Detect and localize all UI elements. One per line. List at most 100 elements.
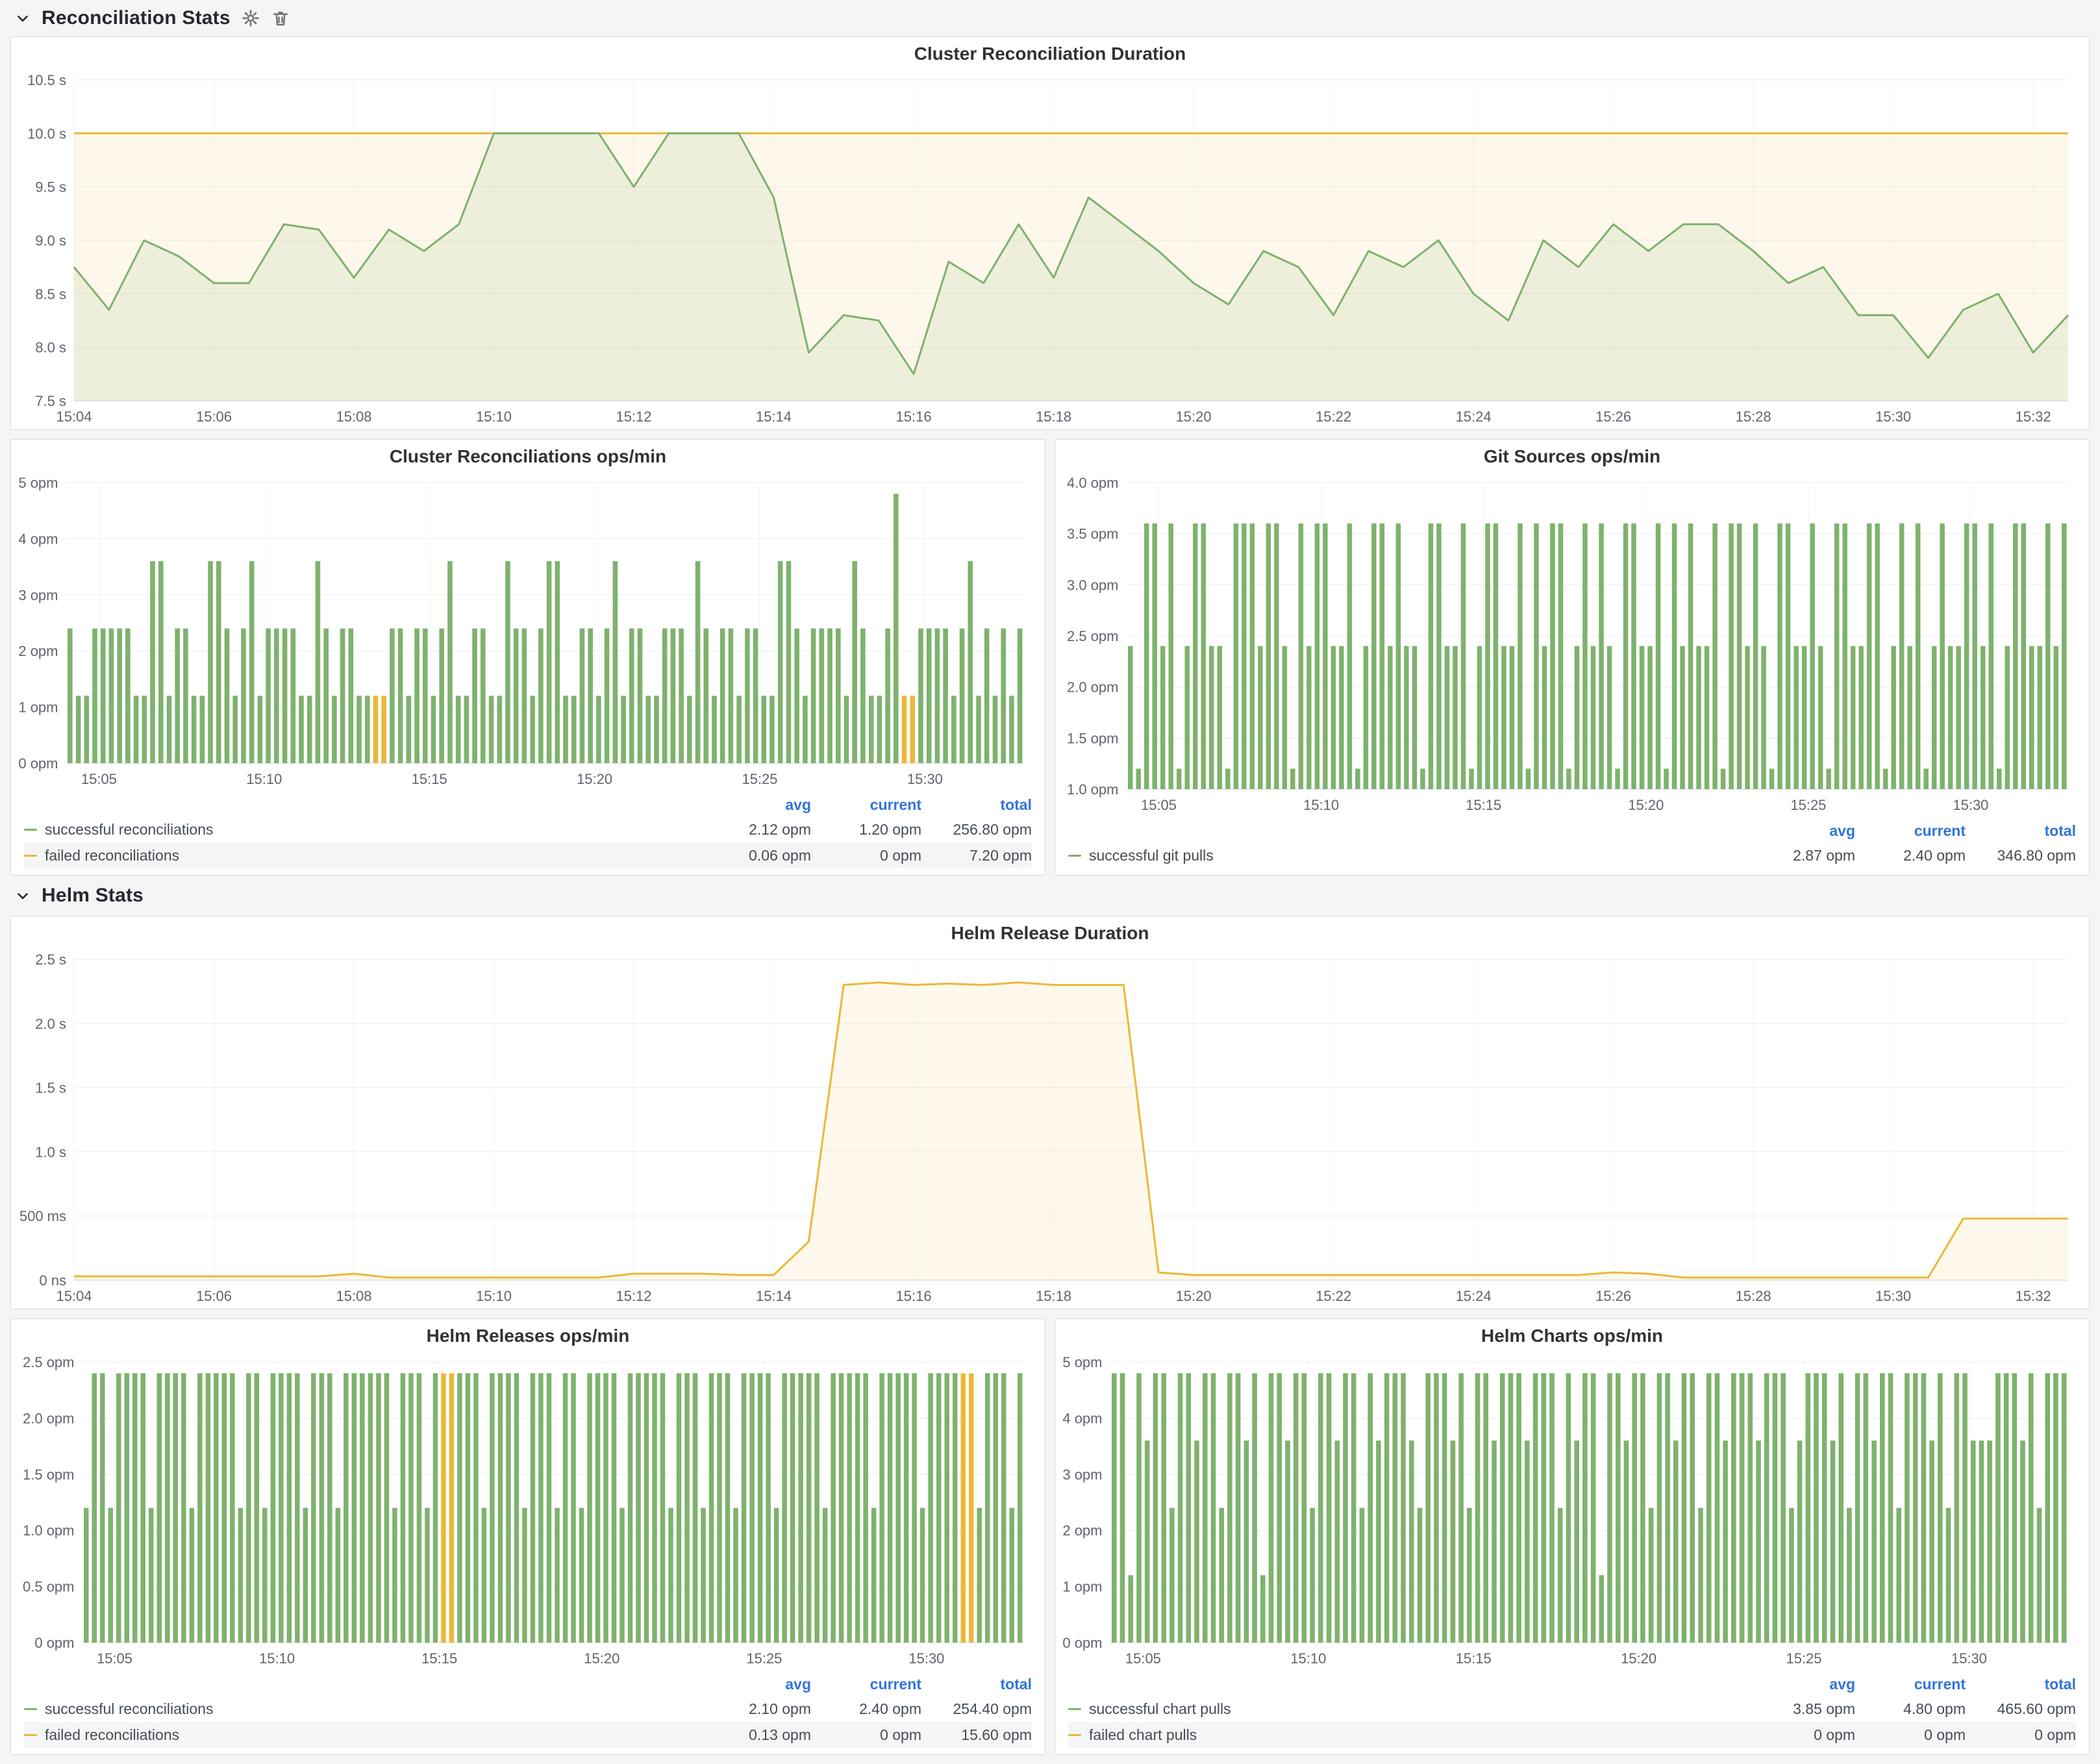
legend-value-total: 346.80 opm (1966, 847, 2076, 864)
svg-text:2.5 opm: 2.5 opm (23, 1354, 75, 1370)
panel-title-helm-charts[interactable]: Helm Charts ops/min (1055, 1319, 2089, 1353)
svg-text:0 opm: 0 opm (34, 1635, 74, 1651)
section-header-reconciliation-stats[interactable]: Reconciliation Stats (10, 0, 2090, 36)
helm-release-duration-chart[interactable]: 15:0415:0615:0815:1015:1215:1415:1615:18… (11, 950, 2089, 1309)
svg-text:15:15: 15:15 (1456, 1650, 1492, 1667)
svg-text:2 opm: 2 opm (18, 643, 58, 659)
legend-series-toggle[interactable]: successful git pulls (1068, 847, 1745, 864)
svg-text:10.0 s: 10.0 s (27, 125, 66, 142)
legend-row-successful-chart-pulls: successful chart pulls 3.85 opm 4.80 opm… (1068, 1696, 2076, 1722)
svg-text:15:30: 15:30 (1875, 1288, 1911, 1304)
legend-header-avg[interactable]: avg (701, 1676, 811, 1693)
svg-text:0 ns: 0 ns (39, 1272, 66, 1289)
svg-text:4 opm: 4 opm (1062, 1410, 1102, 1426)
legend-series-toggle[interactable]: failed chart pulls (1068, 1726, 1745, 1744)
legend-row-failed-chart-pulls: failed chart pulls 0 opm 0 opm 0 opm (1068, 1722, 2076, 1748)
legend-header-current[interactable]: current (811, 796, 921, 814)
legend: avg current total successful reconciliat… (11, 792, 1045, 875)
legend-header-avg[interactable]: avg (1745, 822, 1855, 840)
svg-text:15:06: 15:06 (196, 1288, 232, 1304)
legend-row-successful-reconciliations: successful reconciliations 2.10 opm 2.40… (24, 1696, 1032, 1722)
legend-row-successful-reconciliations: successful reconciliations 2.12 opm 1.20… (24, 816, 1032, 842)
svg-text:2.0 opm: 2.0 opm (1067, 679, 1119, 696)
legend-header-total[interactable]: total (921, 1676, 1032, 1693)
svg-text:15:20: 15:20 (584, 1650, 619, 1667)
series-color-swatch (24, 1734, 37, 1736)
svg-text:15:26: 15:26 (1595, 1288, 1631, 1304)
legend-header-total[interactable]: total (921, 796, 1032, 814)
series-color-swatch (24, 1708, 37, 1710)
legend: avg current total successful reconciliat… (11, 1671, 1045, 1754)
legend-header-current[interactable]: current (1855, 1676, 1966, 1693)
legend-value-avg: 3.85 opm (1745, 1700, 1855, 1718)
helm-releases-chart[interactable]: 15:0515:1015:1515:2015:2515:300 opm0.5 o… (11, 1353, 1045, 1671)
series-color-swatch (24, 829, 37, 831)
legend-header-total[interactable]: total (1966, 822, 2076, 840)
svg-text:1.0 s: 1.0 s (35, 1144, 66, 1160)
gear-icon[interactable] (241, 8, 260, 28)
trash-icon[interactable] (271, 8, 290, 28)
svg-text:15:16: 15:16 (896, 1288, 932, 1304)
svg-text:1 opm: 1 opm (18, 699, 58, 716)
panel-title-git-sources[interactable]: Git Sources ops/min (1055, 440, 2089, 473)
svg-text:15:18: 15:18 (1036, 409, 1071, 425)
svg-text:15:25: 15:25 (746, 1650, 782, 1667)
legend-series-toggle[interactable]: successful reconciliations (24, 821, 701, 838)
svg-text:15:12: 15:12 (616, 1288, 651, 1304)
legend-series-label: failed reconciliations (45, 847, 179, 864)
legend-header-total[interactable]: total (1966, 1676, 2076, 1693)
cluster-reconciliation-duration-chart[interactable]: 15:0415:0615:0815:1015:1215:1415:1615:18… (11, 71, 2089, 429)
section-title: Reconciliation Stats (42, 7, 231, 29)
legend-row-failed-reconciliations: failed reconciliations 0.13 opm 0 opm 15… (24, 1722, 1032, 1748)
legend-series-toggle[interactable]: successful reconciliations (24, 1700, 701, 1718)
cluster-reconciliations-chart[interactable]: 15:0515:1015:1515:2015:2515:300 opm1 opm… (11, 473, 1045, 792)
svg-text:1.5 s: 1.5 s (35, 1080, 66, 1096)
legend-header-current[interactable]: current (811, 1676, 921, 1693)
legend-series-toggle[interactable]: failed reconciliations (24, 1726, 701, 1744)
legend-series-label: successful git pulls (1089, 847, 1214, 864)
svg-text:15:10: 15:10 (246, 771, 282, 787)
legend-header-avg[interactable]: avg (701, 796, 811, 814)
svg-text:15:24: 15:24 (1456, 409, 1492, 425)
svg-text:5 opm: 5 opm (18, 475, 58, 491)
panel-title-cluster-reconciliation-duration[interactable]: Cluster Reconciliation Duration (11, 37, 2089, 71)
svg-text:15:20: 15:20 (1176, 409, 1212, 425)
svg-text:15:20: 15:20 (577, 771, 612, 787)
panel-title-cluster-reconciliations[interactable]: Cluster Reconciliations ops/min (11, 440, 1045, 473)
svg-text:15:20: 15:20 (1176, 1288, 1212, 1304)
svg-text:15:25: 15:25 (1786, 1650, 1821, 1667)
legend: avg current total successful chart pulls… (1055, 1671, 2089, 1754)
panel-title-helm-release-duration[interactable]: Helm Release Duration (11, 916, 2089, 950)
svg-text:15:20: 15:20 (1621, 1650, 1656, 1667)
legend-value-current: 0 opm (1855, 1726, 1966, 1744)
legend-series-toggle[interactable]: successful chart pulls (1068, 1700, 1745, 1718)
svg-text:15:05: 15:05 (1141, 797, 1177, 813)
svg-text:15:22: 15:22 (1316, 1288, 1351, 1304)
svg-text:15:30: 15:30 (1951, 1650, 1987, 1667)
legend-value-avg: 2.12 opm (701, 821, 811, 838)
section-header-helm-stats[interactable]: Helm Stats (10, 876, 2090, 916)
svg-text:15:32: 15:32 (2016, 1288, 2051, 1304)
legend-value-avg: 0 opm (1745, 1726, 1855, 1744)
svg-text:9.0 s: 9.0 s (35, 233, 66, 249)
legend-header-current[interactable]: current (1855, 822, 1966, 840)
legend-series-toggle[interactable]: failed reconciliations (24, 847, 701, 864)
svg-text:2.0 s: 2.0 s (35, 1016, 66, 1032)
svg-text:3 opm: 3 opm (18, 587, 58, 603)
svg-text:4.0 opm: 4.0 opm (1067, 475, 1119, 491)
svg-text:2 opm: 2 opm (1062, 1522, 1102, 1539)
legend-value-total: 465.60 opm (1966, 1700, 2076, 1718)
svg-text:3.5 opm: 3.5 opm (1067, 526, 1119, 542)
svg-text:15:22: 15:22 (1316, 409, 1351, 425)
git-sources-chart[interactable]: 15:0515:1015:1515:2015:2515:301.0 opm1.5… (1055, 473, 2089, 818)
svg-text:15:08: 15:08 (336, 409, 371, 425)
svg-text:15:16: 15:16 (896, 409, 932, 425)
series-color-swatch (1068, 1734, 1081, 1736)
panel-title-helm-releases[interactable]: Helm Releases ops/min (11, 1319, 1045, 1353)
legend-header-avg[interactable]: avg (1745, 1676, 1855, 1693)
helm-charts-chart[interactable]: 15:0515:1015:1515:2015:2515:300 opm1 opm… (1055, 1353, 2089, 1671)
legend-value-avg: 2.10 opm (701, 1700, 811, 1718)
svg-text:8.5 s: 8.5 s (35, 286, 66, 302)
series-color-swatch (1068, 855, 1081, 857)
legend-value-total: 256.80 opm (921, 821, 1032, 838)
